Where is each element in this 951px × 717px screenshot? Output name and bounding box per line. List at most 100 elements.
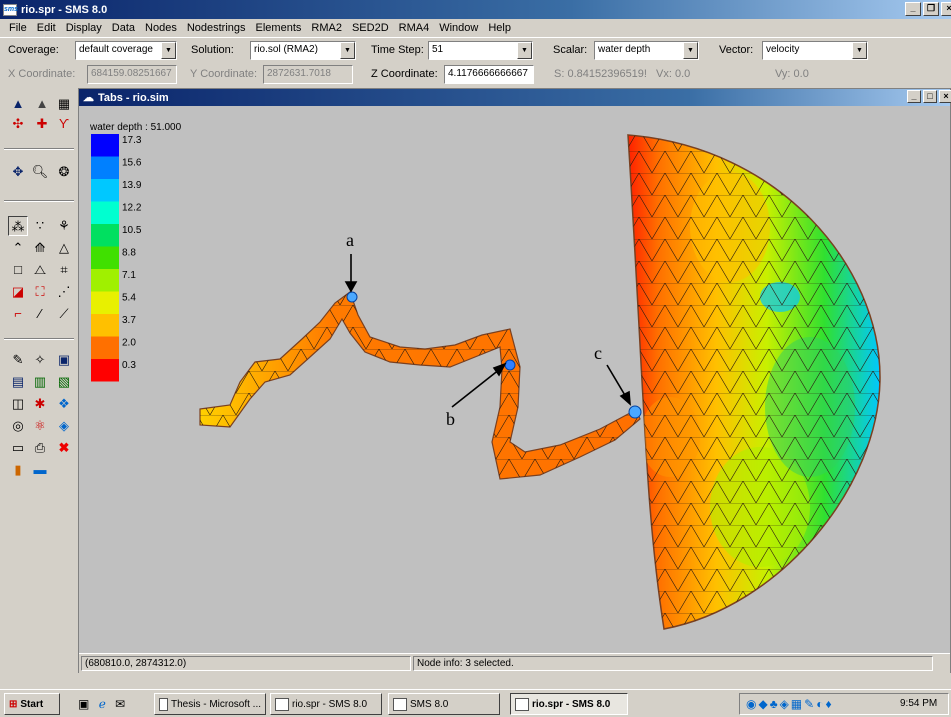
edit-arc-icon[interactable]: ⟰ <box>30 238 50 258</box>
renumber-icon[interactable]: ▤ <box>8 372 28 392</box>
select-element-icon[interactable]: ⌗ <box>54 260 74 280</box>
menu-rma2[interactable]: RMA2 <box>311 22 342 34</box>
display-options-icon[interactable]: ▣ <box>54 350 74 370</box>
brush-icon[interactable]: ✎ <box>8 350 28 370</box>
outlook-icon[interactable]: ✉ <box>115 697 125 711</box>
mesh-quality-icon[interactable]: ◫ <box>8 394 28 414</box>
quad-tool-icon[interactable]: □ <box>8 260 28 280</box>
scatter-module-icon[interactable]: ▲ <box>32 94 52 114</box>
line-tool-icon[interactable]: ⁄ <box>30 304 50 324</box>
start-label: Start <box>20 698 44 710</box>
triangle-tool-icon[interactable]: △ <box>54 238 74 258</box>
chevron-down-icon[interactable]: ▼ <box>340 42 355 59</box>
quick-launch: ▣ ℯ ✉ <box>78 697 148 713</box>
child-maximize-button[interactable]: □ <box>923 90 937 103</box>
menu-window[interactable]: Window <box>439 22 478 34</box>
menu-rma4[interactable]: RMA4 <box>399 22 430 34</box>
show-desktop-icon[interactable]: ▣ <box>78 697 89 711</box>
zoom-icon[interactable]: 🔍︎ <box>30 162 50 182</box>
refine-element-icon[interactable]: ◪ <box>8 282 28 302</box>
selected-node-a[interactable] <box>346 291 358 303</box>
legend-swatch <box>91 291 119 314</box>
split-quads-icon[interactable]: ▧ <box>54 372 74 392</box>
merge-node-icon[interactable]: Ƴ <box>54 114 74 134</box>
menu-display[interactable]: Display <box>66 22 102 34</box>
plot-window-icon[interactable]: ▬ <box>30 460 50 480</box>
select-tool-icon[interactable]: ⁂ <box>8 216 28 236</box>
mesh-plot[interactable]: a b c water depth : 51.000 17.3 15.6 13.9 1… <box>80 107 950 653</box>
vector-label: Vector: <box>719 44 754 56</box>
chevron-down-icon[interactable]: ▼ <box>161 42 176 59</box>
print-icon[interactable]: ⎙ <box>30 438 50 458</box>
menu-help[interactable]: Help <box>488 22 511 34</box>
rotate-icon[interactable]: ❂ <box>54 162 74 182</box>
coverage-select[interactable]: default coverage ▼ <box>75 41 177 60</box>
select-nodes-icon[interactable]: ∵ <box>30 216 50 236</box>
child-close-button[interactable]: × <box>939 90 951 103</box>
create-arc-icon[interactable]: ⌃ <box>8 238 28 258</box>
z-coordinate-input[interactable]: 4.1176666666667 <box>444 65 534 84</box>
legend-value: 0.3 <box>122 360 136 371</box>
check-icon[interactable]: ✱ <box>30 394 50 414</box>
solution-select[interactable]: rio.sol (RMA2) ▼ <box>250 41 356 60</box>
select-vertex-icon[interactable]: ⚘ <box>54 216 74 236</box>
menu-nodestrings[interactable]: Nodestrings <box>187 22 246 34</box>
timestep-select[interactable]: 51 ▼ <box>428 41 533 60</box>
bar-chart-icon[interactable]: ▮ <box>8 460 28 480</box>
grid-module-icon[interactable]: ▦ <box>54 94 74 114</box>
task-label: Thesis - Microsoft ... <box>170 698 261 710</box>
merge-triangles-icon[interactable]: ▥ <box>30 372 50 392</box>
menu-nodes[interactable]: Nodes <box>145 22 177 34</box>
transform-icon[interactable]: ⚛ <box>30 416 50 436</box>
delete-icon[interactable]: ✖ <box>54 438 74 458</box>
task-thesis-word[interactable]: Thesis - Microsoft ... <box>154 693 266 715</box>
polyline-tool-icon[interactable]: ⟋ <box>54 304 74 324</box>
chevron-down-icon[interactable]: ▼ <box>683 42 698 59</box>
internet-explorer-icon[interactable]: ℯ <box>99 697 106 711</box>
scalar-select[interactable]: water depth ▼ <box>594 41 699 60</box>
nodestring-icon[interactable]: ⌐ <box>8 304 28 324</box>
move-icon[interactable]: ✧ <box>30 350 50 370</box>
tray-icons[interactable]: ◉◆♣◈▦✎◐♦ <box>746 697 834 711</box>
menu-edit[interactable]: Edit <box>37 22 56 34</box>
legend-value: 5.4 <box>122 293 136 304</box>
menu-elements[interactable]: Elements <box>256 22 302 34</box>
task-label: SMS 8.0 <box>410 698 449 710</box>
task-rio-spr-1[interactable]: rio.spr - SMS 8.0 <box>270 693 382 715</box>
legend-swatch <box>91 179 119 202</box>
vector-value: velocity <box>766 44 800 55</box>
swap-edge-icon[interactable]: ⋰ <box>54 282 74 302</box>
pan-icon[interactable]: ✥ <box>8 162 28 182</box>
child-minimize-button[interactable]: _ <box>907 90 921 103</box>
restore-button[interactable]: ❐ <box>923 2 939 16</box>
menu-sed2d[interactable]: SED2D <box>352 22 389 34</box>
node-tool-icon[interactable]: ✣ <box>8 114 28 134</box>
selected-node-c[interactable] <box>628 405 642 419</box>
triangle-element-icon[interactable]: ⧍ <box>30 260 50 280</box>
chevron-down-icon[interactable]: ▼ <box>517 42 532 59</box>
task-sms[interactable]: SMS 8.0 <box>388 693 500 715</box>
scalar-value: water depth <box>598 44 651 55</box>
menu-file[interactable]: File <box>9 22 27 34</box>
menu-data[interactable]: Data <box>112 22 135 34</box>
mesh-canvas[interactable]: a b c water depth : 51.000 17.3 15.6 13.9 1… <box>80 107 950 653</box>
layers-icon[interactable]: ◈ <box>54 416 74 436</box>
simulation-window-title-bar[interactable]: ☁ Tabs - rio.sim _ □ × <box>79 89 951 106</box>
chevron-down-icon[interactable]: ▼ <box>852 42 867 59</box>
film-loop-icon[interactable]: ▭ <box>8 438 28 458</box>
start-button[interactable]: ⊞ Start <box>4 693 60 715</box>
minimize-button[interactable]: _ <box>905 2 921 16</box>
task-rio-spr-active[interactable]: rio.spr - SMS 8.0 <box>510 693 628 715</box>
system-tray: ◉◆♣◈▦✎◐♦ 9:54 PM <box>739 693 949 715</box>
mesh-module-icon[interactable]: ▲ <box>8 94 28 114</box>
split-element-icon[interactable]: ⛶ <box>30 282 50 302</box>
sms-app-icon[interactable]: sms <box>3 3 18 16</box>
solution-value: rio.sol (RMA2) <box>254 44 318 55</box>
selected-node-b[interactable] <box>504 359 516 371</box>
create-node-icon[interactable]: ✚ <box>32 114 52 134</box>
close-button[interactable]: × <box>941 2 951 16</box>
contour-icon[interactable]: ◎ <box>8 416 28 436</box>
vector-select[interactable]: velocity ▼ <box>762 41 868 60</box>
model-check-icon[interactable]: ❖ <box>54 394 74 414</box>
window-controls: _ ❐ × <box>905 2 951 16</box>
